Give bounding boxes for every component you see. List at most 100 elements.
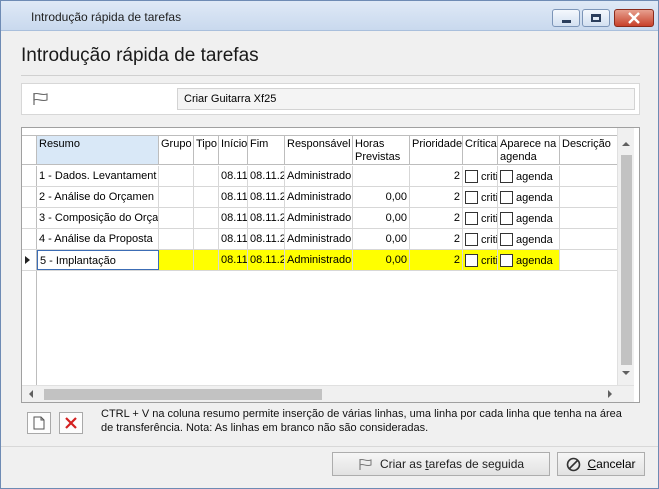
horizontal-scroll-thumb[interactable] [44,389,322,400]
cell-grupo[interactable] [159,187,194,207]
scroll-up-icon[interactable] [622,142,630,146]
table-row[interactable]: 2 - Análise do Orçamen 08.11 08.11.2 Adm… [22,187,617,208]
cell-prioridade[interactable]: 2 [410,208,463,228]
cell-responsavel[interactable]: Administrado [285,166,353,186]
cell-fim[interactable]: 08.11.2 [248,187,285,207]
cell-agenda[interactable]: agenda [498,229,560,249]
scroll-right-icon[interactable] [608,390,612,398]
column-header-agenda[interactable]: Aparece na agenda [498,136,560,164]
title-bar[interactable]: Introdução rápida de tarefas [1,1,658,31]
cancel-button[interactable]: Cancelar [557,452,645,476]
row-header[interactable] [22,208,37,228]
create-tasks-button[interactable]: Criar as tarefas de seguida [332,452,550,476]
task-name-field[interactable]: Criar Guitarra Xf25 [177,88,635,110]
critica-checkbox[interactable] [465,170,478,183]
row-header[interactable] [22,166,37,186]
cell-fim[interactable]: 08.11.2 [248,208,285,228]
agenda-checkbox[interactable] [500,212,513,225]
cell-grupo[interactable] [159,166,194,186]
cell-prioridade[interactable]: 2 [410,166,463,186]
cell-descricao[interactable] [560,208,617,228]
cell-inicio[interactable]: 08.11 [219,208,248,228]
close-button[interactable] [614,9,654,27]
cell-critica[interactable]: critic [463,166,498,186]
cell-agenda[interactable]: agenda [498,250,560,270]
cell-responsavel[interactable]: Administrado [285,250,353,270]
row-header[interactable] [22,187,37,207]
table-row[interactable]: 1 - Dados. Levantament 08.11 08.11.2 Adm… [22,166,617,187]
cell-horas[interactable]: 0,00 [353,208,410,228]
cell-grupo[interactable] [159,208,194,228]
column-header-critica[interactable]: Crítica [463,136,498,164]
cell-inicio[interactable]: 08.11 [219,250,248,270]
cell-horas[interactable]: 0,00 [353,229,410,249]
cell-descricao[interactable] [560,250,617,270]
cell-critica[interactable]: critic [463,250,498,270]
horizontal-scrollbar[interactable] [22,385,634,402]
agenda-checkbox[interactable] [500,254,513,267]
cell-tipo[interactable] [194,250,219,270]
cell-critica[interactable]: critic [463,229,498,249]
critica-checkbox[interactable] [465,212,478,225]
critica-checkbox[interactable] [465,191,478,204]
cell-descricao[interactable] [560,229,617,249]
agenda-checkbox[interactable] [500,191,513,204]
cell-fim[interactable]: 08.11.2 [248,229,285,249]
column-header-fim[interactable]: Fim [248,136,285,164]
cell-prioridade[interactable]: 2 [410,229,463,249]
cell-resumo[interactable]: 2 - Análise do Orçamen [37,187,159,207]
cell-grupo[interactable] [159,250,194,270]
minimize-button[interactable] [552,9,580,27]
agenda-checkbox[interactable] [500,170,513,183]
cell-responsavel[interactable]: Administrado [285,208,353,228]
table-row[interactable]: 4 - Análise da Proposta 08.11 08.11.2 Ad… [22,229,617,250]
cell-prioridade[interactable]: 2 [410,250,463,270]
cell-tipo[interactable] [194,166,219,186]
agenda-checkbox[interactable] [500,233,513,246]
cell-resumo[interactable]: 5 - Implantação [37,250,159,270]
cell-agenda[interactable]: agenda [498,187,560,207]
cell-resumo[interactable]: 1 - Dados. Levantament [37,166,159,186]
cell-fim[interactable]: 08.11.2 [248,250,285,270]
column-header-tipo[interactable]: Tipo [194,136,219,164]
vertical-scroll-thumb[interactable] [621,155,632,365]
cell-descricao[interactable] [560,166,617,186]
column-header-grupo[interactable]: Grupo [159,136,194,164]
column-header-inicio[interactable]: Início [219,136,248,164]
cell-responsavel[interactable]: Administrado [285,229,353,249]
cell-agenda[interactable]: agenda [498,166,560,186]
cell-grupo[interactable] [159,229,194,249]
tasks-grid[interactable]: Resumo Grupo Tipo Início Fim Responsável… [21,127,640,403]
cell-tipo[interactable] [194,187,219,207]
cell-horas[interactable] [353,166,410,186]
cell-resumo[interactable]: 3 - Composição do Orça [37,208,159,228]
column-header-horas[interactable]: Horas Previstas [353,136,410,164]
row-header[interactable] [22,229,37,249]
column-header-responsavel[interactable]: Responsável [285,136,353,164]
scroll-left-icon[interactable] [29,390,33,398]
new-row-button[interactable] [27,412,51,434]
table-row[interactable]: 3 - Composição do Orça 08.11 08.11.2 Adm… [22,208,617,229]
critica-checkbox[interactable] [465,254,478,267]
column-header-resumo[interactable]: Resumo [37,136,159,164]
maximize-button[interactable] [582,9,610,27]
cell-critica[interactable]: critic [463,208,498,228]
cell-horas[interactable]: 0,00 [353,187,410,207]
column-header-descricao[interactable]: Descrição [560,136,617,164]
scroll-down-icon[interactable] [622,371,630,375]
cell-inicio[interactable]: 08.11 [219,229,248,249]
cell-descricao[interactable] [560,187,617,207]
column-header-prioridade[interactable]: Prioridade [410,136,463,164]
cell-horas[interactable]: 0,00 [353,250,410,270]
critica-checkbox[interactable] [465,233,478,246]
cell-critica[interactable]: critic [463,187,498,207]
cell-responsavel[interactable]: Administrado [285,187,353,207]
cell-resumo[interactable]: 4 - Análise da Proposta [37,229,159,249]
row-header[interactable] [22,250,37,270]
table-row-active[interactable]: 5 - Implantação 08.11 08.11.2 Administra… [22,250,617,271]
cell-inicio[interactable]: 08.11 [219,166,248,186]
cell-inicio[interactable]: 08.11 [219,187,248,207]
cell-tipo[interactable] [194,208,219,228]
cell-agenda[interactable]: agenda [498,208,560,228]
cell-prioridade[interactable]: 2 [410,187,463,207]
